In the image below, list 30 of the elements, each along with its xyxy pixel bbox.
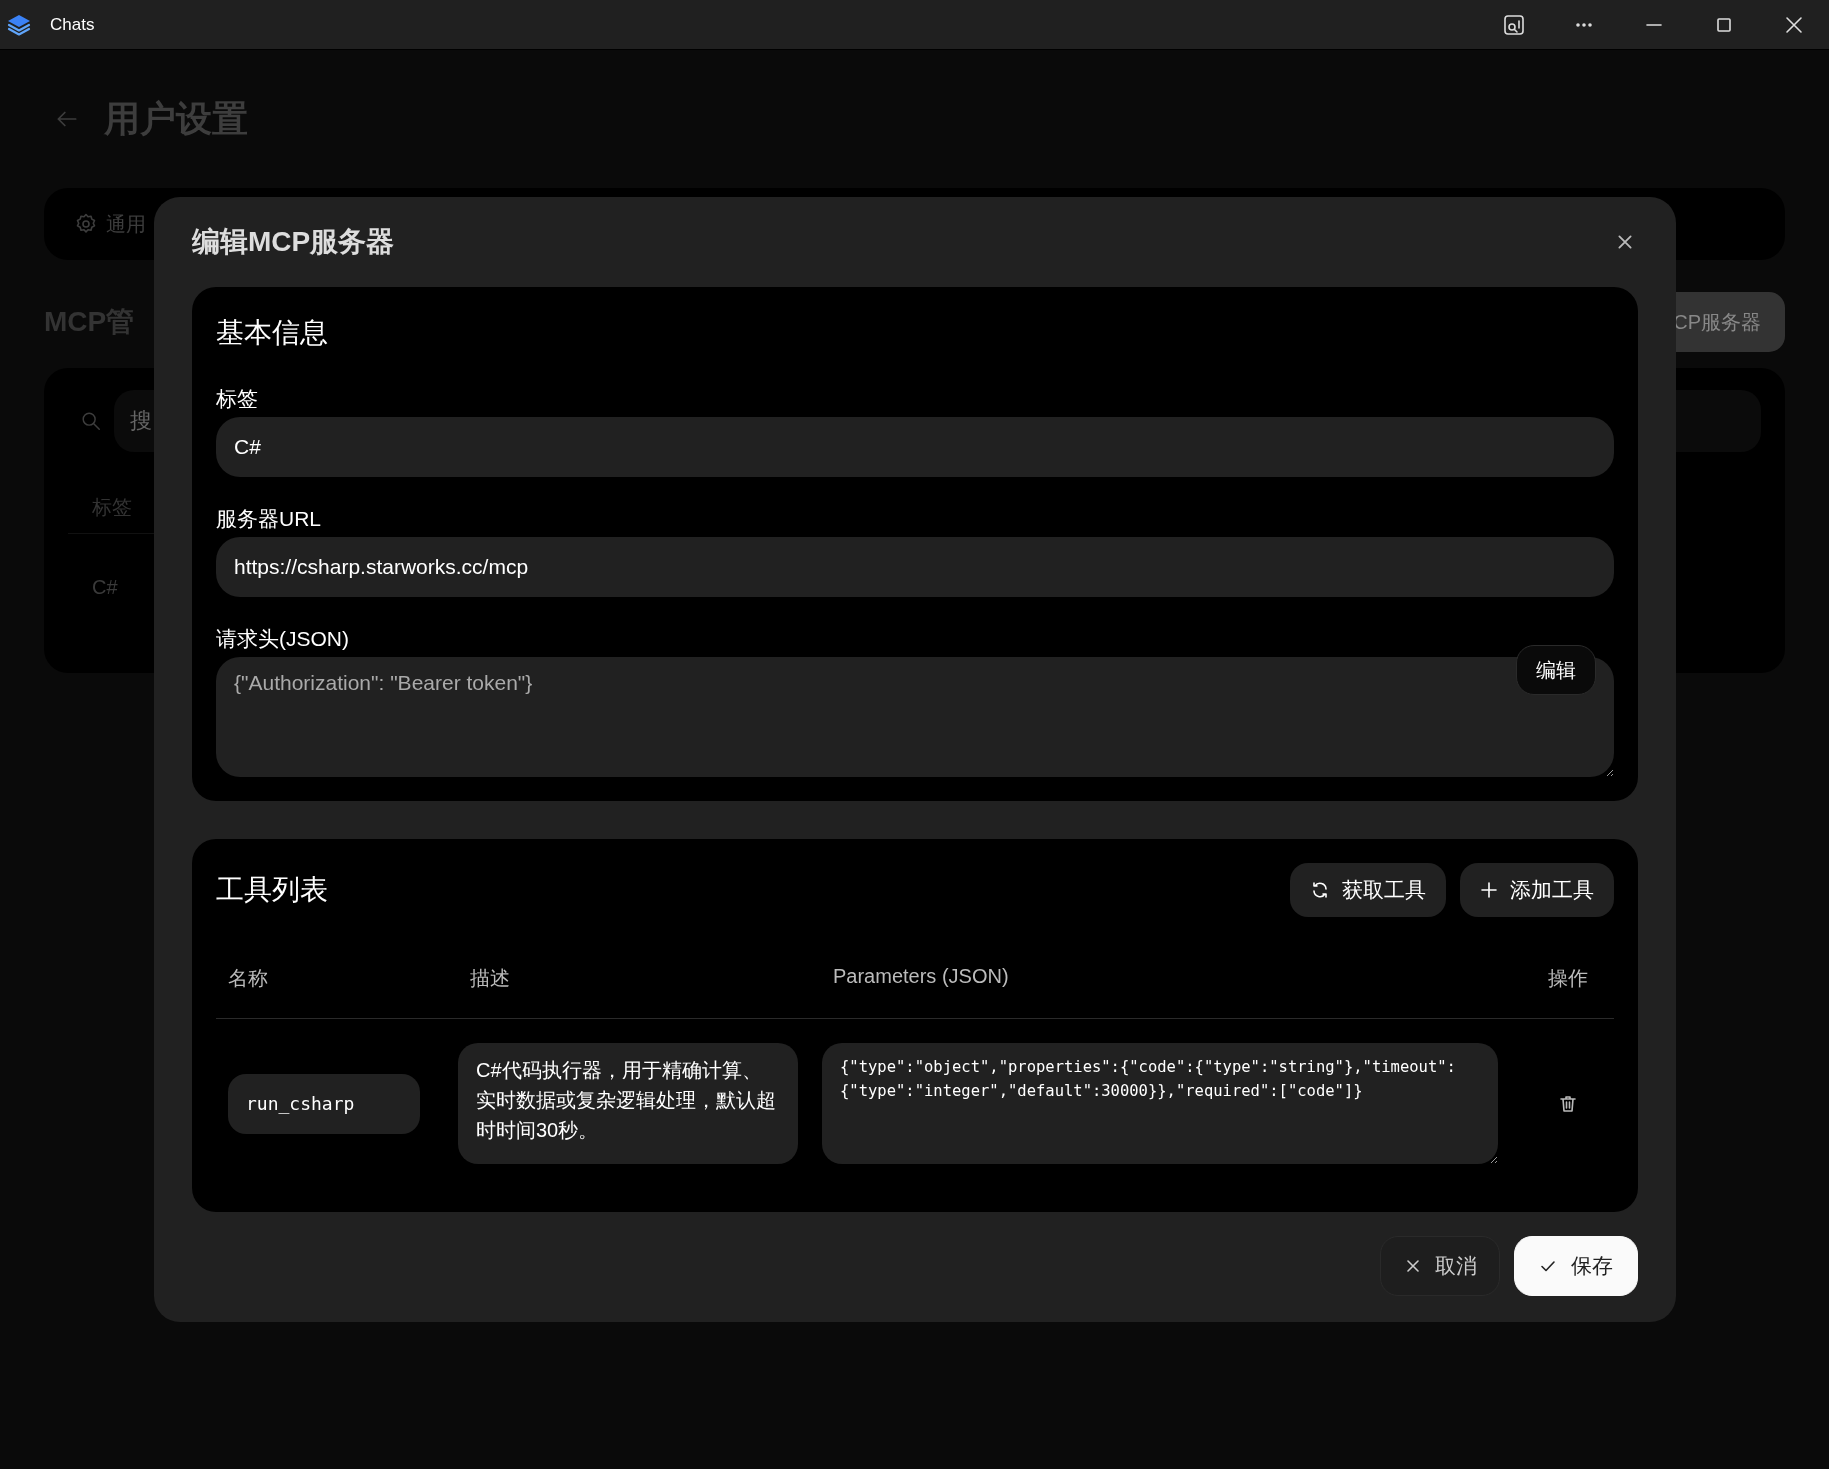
- column-header: Parameters (JSON): [832, 964, 1010, 989]
- field-label: 服务器URL: [216, 506, 321, 532]
- column-header: 描述: [469, 966, 511, 991]
- window-title: Chats: [50, 14, 95, 35]
- table-cell-text: C#: [91, 576, 118, 599]
- search-icon: [80, 410, 102, 432]
- text-area[interactable]: C#代码执行器，用于精确计算、实时数据或复杂逻辑处理，默认超时时间30秒。: [458, 1043, 798, 1164]
- field-label: 请求头(JSON): [216, 626, 349, 652]
- save-button[interactable]: 保存: [1514, 1236, 1638, 1296]
- dialog-title: 编辑MCP服务器: [192, 225, 395, 259]
- close-icon: [1616, 233, 1634, 251]
- section-title: 基本信息: [216, 316, 329, 350]
- section-title: 工具列表: [216, 873, 328, 907]
- text-area[interactable]: {"type":"object","properties":{"code":{"type":"string"},"timeout":{"type":"integer","default":30000}},"required":["code"]}: [822, 1043, 1498, 1164]
- input-field[interactable]: https://csharp.starworks.cc/mcp: [216, 537, 1614, 597]
- fetch-tools-button[interactable]: 获取工具: [1290, 863, 1446, 917]
- cancel-button[interactable]: 取消: [1380, 1236, 1500, 1296]
- field-label: 标签: [216, 386, 258, 412]
- column-header: 名称: [227, 966, 269, 991]
- edit-button[interactable]: 编辑: [1516, 645, 1596, 695]
- input-field[interactable]: C#: [216, 417, 1614, 477]
- refresh-icon: [1310, 880, 1330, 900]
- app-logo-icon: [6, 12, 32, 37]
- gear-icon: [74, 212, 98, 236]
- trash-icon: [1557, 1093, 1578, 1114]
- add-tool-button[interactable]: 添加工具: [1460, 863, 1614, 917]
- close-icon: [1405, 1258, 1421, 1274]
- plus-icon: [1480, 881, 1498, 899]
- column-header: 操作: [1546, 966, 1589, 991]
- input-field[interactable]: run_csharp: [228, 1073, 420, 1134]
